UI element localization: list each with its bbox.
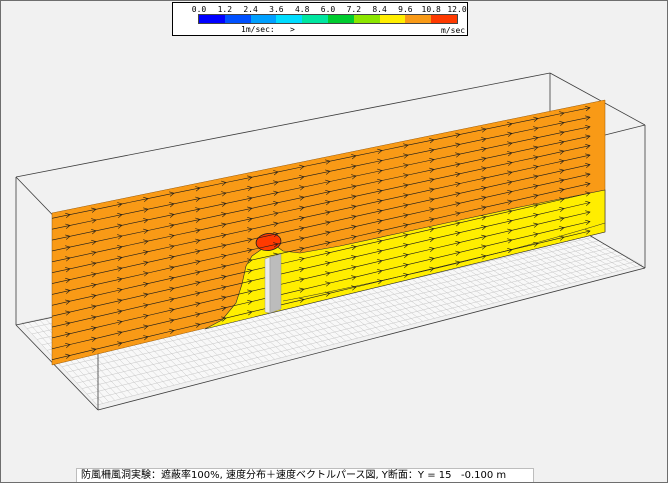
colorbar-tick-label: 4.8 [294,5,310,14]
cfd-perspective-view [15,72,646,411]
colorbar-tick-label: 10.8 [421,5,441,14]
color-legend: 0.0 1.2 2.4 3.6 4.8 6.0 7.2 8.4 9.6 10.8 12.0 1m/s… [172,2,468,36]
vector-reference-label: 1m/sec: [241,25,275,34]
colorbar-segment [405,15,432,23]
colorbar-tick-label: 3.6 [269,5,284,14]
wind-fence-side [264,256,271,314]
colorbar-segment [353,15,380,23]
colorbar [198,14,458,24]
colorbar-tick-label: 1.2 [217,5,233,14]
colorbar-segment [302,15,328,23]
colorbar-segment [379,15,406,23]
colorbar-tick-label: 12.0 [447,5,467,14]
colorbar-segment [328,15,354,23]
colorbar-segment [276,15,303,23]
colorbar-tick-label: 8.4 [372,5,387,14]
colorbar-segment [199,15,225,23]
colorbar-tick-label: 0.0 [191,5,207,14]
vector-reference-arrow-icon: > [290,25,295,34]
wind-fence [264,253,282,314]
colorbar-tick-label: 7.2 [346,5,362,14]
colorbar-segment [250,15,277,23]
cfd-result-window: 0.0 1.2 2.4 3.6 4.8 6.0 7.2 8.4 9.6 10.8 12.0 1m/s… [0,0,668,483]
colorbar-unit-label: m/sec [441,26,466,35]
colorbar-tick-label: 6.0 [320,5,336,14]
figure-caption: 防風柵風洞実験：遮蔽率100%, 速度分布＋速度ベクトルパース図, Y断面：Y … [76,468,534,483]
colorbar-tick-label: 9.6 [398,5,413,14]
wind-fence-face [269,253,282,314]
colorbar-segment [224,15,251,23]
colorbar-segment [431,15,457,23]
colorbar-tick-label: 2.4 [243,5,258,14]
colorbar-tick-labels: 0.0 1.2 2.4 3.6 4.8 6.0 7.2 8.4 9.6 10.8 12.0 [173,5,467,14]
